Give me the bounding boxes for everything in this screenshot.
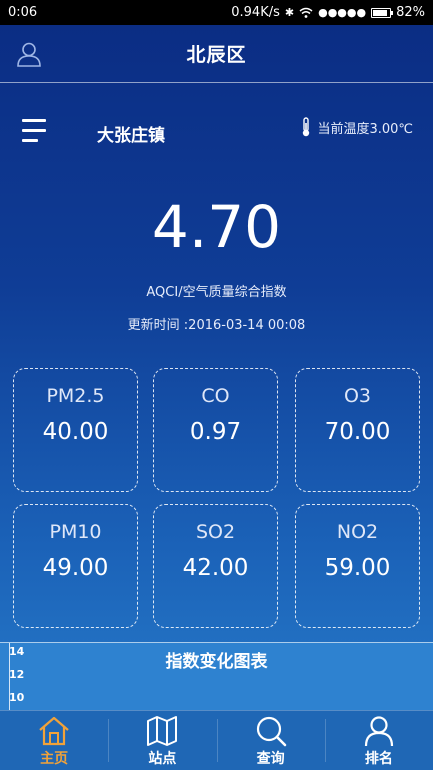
- pollutant-name: CO: [201, 385, 230, 407]
- location-row: 大张庄镇 当前温度3.00℃: [0, 115, 433, 151]
- tab-query[interactable]: 查询: [216, 711, 325, 770]
- search-icon: [256, 716, 286, 747]
- tab-stations[interactable]: 站点: [108, 711, 216, 770]
- tab-label: 排名: [364, 751, 393, 767]
- status-bar: 0:06 0.94K/s ✱ ●●●●● 82%: [0, 0, 433, 25]
- map-icon: [147, 716, 178, 746]
- pollutant-value: 49.00: [42, 555, 109, 581]
- pollutant-value: 0.97: [189, 419, 242, 445]
- pollutant-value: 59.00: [324, 555, 391, 581]
- menu-icon[interactable]: [22, 119, 48, 145]
- pollutant-name: PM2.5: [46, 385, 105, 407]
- thermometer-icon: [303, 117, 310, 137]
- aqci-value: 4.70: [151, 193, 282, 261]
- pollutant-name: O3: [343, 385, 372, 407]
- index-chart[interactable]: 14 12 10 指数变化图表: [0, 642, 433, 710]
- wifi-icon: [299, 7, 313, 18]
- pollutant-card-pm25[interactable]: PM2.5 40.00: [13, 368, 138, 492]
- tab-label: 查询: [256, 751, 285, 767]
- signal-icon: ●●●●●: [318, 6, 367, 19]
- pollutant-name: SO2: [195, 521, 236, 543]
- bluetooth-icon: ✱: [284, 6, 295, 19]
- update-time: 更新时间 :2016-03-14 00:08: [127, 318, 306, 333]
- tab-home[interactable]: 主页: [0, 711, 108, 770]
- pollutant-value: 42.00: [182, 555, 249, 581]
- battery-level: 82%: [396, 5, 425, 20]
- network-speed: 0.94K/s: [231, 5, 280, 20]
- pollutant-card-co[interactable]: CO 0.97: [153, 368, 278, 492]
- pollutant-value: 70.00: [324, 419, 391, 445]
- aqci-label: AQCI/空气质量综合指数: [146, 285, 287, 300]
- pollutant-card-pm10[interactable]: PM10 49.00: [13, 504, 138, 628]
- user-icon[interactable]: [16, 41, 42, 67]
- status-time: 0:06: [8, 5, 38, 20]
- pollutant-name: PM10: [49, 521, 102, 543]
- pollutant-name: NO2: [336, 521, 379, 543]
- chart-y-tick: 10: [9, 691, 25, 704]
- page-title: 北辰区: [186, 44, 247, 66]
- person-icon: [364, 716, 393, 747]
- tab-label: 主页: [40, 751, 69, 767]
- pollutant-card-no2[interactable]: NO2 59.00: [295, 504, 420, 628]
- app-screen: 北辰区 大张庄镇 当前温度3.00℃ 4.70 AQCI/空气质量综合指数 更新…: [0, 25, 433, 770]
- battery-icon: [371, 7, 394, 18]
- tab-ranking[interactable]: 排名: [324, 711, 433, 770]
- pollutant-card-o3[interactable]: O3 70.00: [295, 368, 420, 492]
- pollutant-value: 40.00: [42, 419, 109, 445]
- bottom-tab-bar: 主页 站点 查询 排名: [0, 710, 433, 770]
- tab-label: 站点: [148, 751, 177, 767]
- temperature: 当前温度3.00℃: [301, 117, 413, 137]
- home-icon: [39, 716, 69, 746]
- chart-title: 指数变化图表: [165, 652, 268, 672]
- pollutant-card-so2[interactable]: SO2 42.00: [153, 504, 278, 628]
- town-name: 大张庄镇: [97, 126, 165, 146]
- status-right: 0.94K/s ✱ ●●●●● 82%: [231, 5, 425, 20]
- title-bar: 北辰区: [0, 25, 433, 83]
- temperature-text: 当前温度3.00℃: [317, 121, 413, 137]
